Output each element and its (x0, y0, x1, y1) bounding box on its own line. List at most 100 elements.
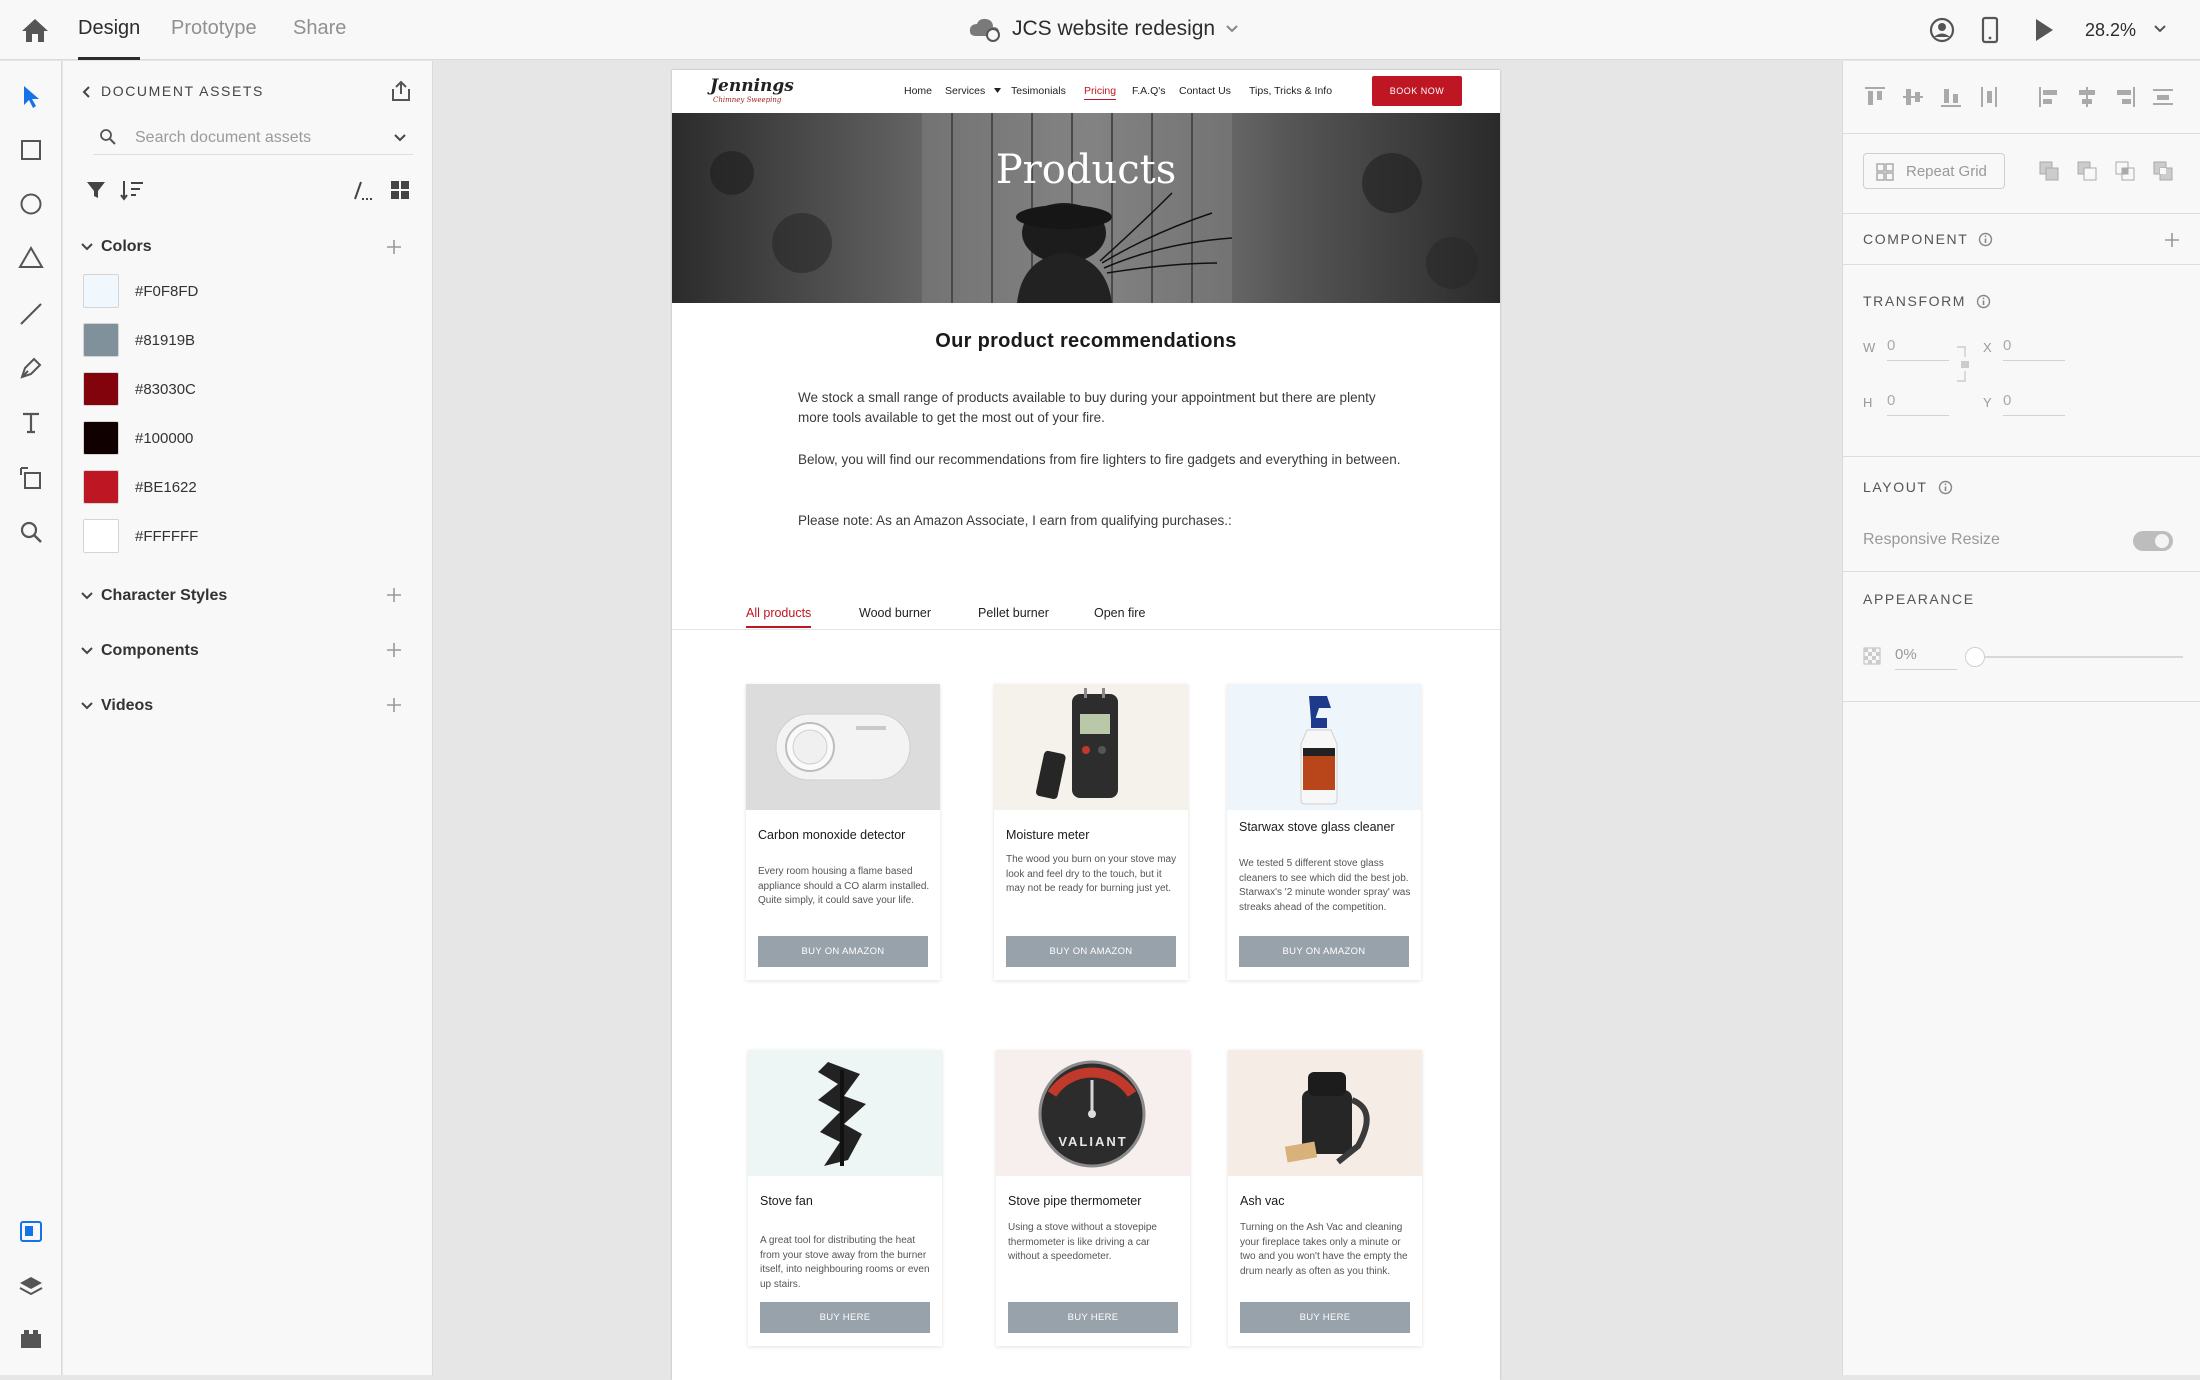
pen-tool-icon[interactable] (16, 353, 46, 383)
color-swatch-row[interactable]: #F0F8FD (83, 273, 198, 309)
width-input[interactable]: 0 (1887, 337, 1949, 361)
align-center-icon[interactable] (2075, 85, 2099, 109)
y-input[interactable]: 0 (2003, 392, 2065, 416)
chevron-left-icon[interactable] (81, 85, 91, 99)
ash-vac-image (1228, 1050, 1422, 1176)
buy-here-button[interactable]: BUY HERE (1008, 1302, 1178, 1333)
nav-testimonials[interactable]: Tesimonials (1011, 85, 1066, 97)
nav-faq[interactable]: F.A.Q's (1132, 85, 1166, 97)
color-swatch-row[interactable]: #BE1622 (83, 469, 197, 505)
opacity-slider-track[interactable] (1973, 656, 2183, 658)
document-title[interactable]: JCS website redesign (968, 16, 1239, 42)
nav-contact[interactable]: Contact Us (1179, 85, 1231, 97)
color-swatch[interactable] (83, 372, 119, 406)
boolean-intersect-icon[interactable] (2113, 159, 2137, 183)
opacity-input[interactable]: 0% (1895, 646, 1957, 670)
site-logo[interactable]: Jennings (710, 76, 794, 96)
zoom-chevron-icon[interactable] (2153, 24, 2167, 34)
nav-tips[interactable]: Tips, Tricks & Info (1249, 85, 1332, 97)
align-right-icon[interactable] (2113, 85, 2137, 109)
nav-services[interactable]: Services (945, 85, 985, 97)
info-icon[interactable] (1976, 294, 1991, 309)
mobile-preview-icon[interactable] (1980, 16, 2000, 44)
color-swatch[interactable] (83, 519, 119, 553)
add-color-icon[interactable] (385, 238, 403, 256)
buy-on-amazon-button[interactable]: BUY ON AMAZON (758, 936, 928, 967)
zoom-level[interactable]: 28.2% (2085, 20, 2136, 41)
tab-wood-burner[interactable]: Wood burner (859, 606, 931, 620)
buy-here-button[interactable]: BUY HERE (760, 1302, 930, 1333)
boolean-subtract-icon[interactable] (2075, 159, 2099, 183)
add-component-icon[interactable] (2163, 231, 2181, 249)
align-left-icon[interactable] (2037, 85, 2061, 109)
book-now-button[interactable]: BOOK NOW (1372, 76, 1462, 106)
color-swatch[interactable] (83, 323, 119, 357)
line-tool-icon[interactable] (16, 299, 46, 329)
nav-home[interactable]: Home (904, 85, 932, 97)
buy-on-amazon-button[interactable]: BUY ON AMAZON (1006, 936, 1176, 967)
buy-here-button[interactable]: BUY HERE (1240, 1302, 1410, 1333)
rectangle-tool-icon[interactable] (16, 135, 46, 165)
sort-icon[interactable] (119, 178, 145, 202)
search-input[interactable] (135, 125, 375, 151)
height-input[interactable]: 0 (1887, 392, 1949, 416)
select-tool-icon[interactable] (16, 81, 46, 111)
colors-section-header[interactable]: Colors (81, 238, 152, 256)
layers-icon[interactable] (16, 1271, 46, 1301)
tab-share[interactable]: Share (293, 17, 346, 40)
tab-all-products[interactable]: All products (746, 606, 812, 628)
align-top-icon[interactable] (1863, 85, 1887, 109)
info-icon[interactable] (1978, 232, 1993, 247)
color-swatch-row[interactable]: #100000 (83, 420, 193, 456)
nav-pricing[interactable]: Pricing (1084, 85, 1117, 100)
align-bottom-icon[interactable] (1939, 85, 1963, 109)
export-icon[interactable] (389, 79, 413, 103)
play-icon[interactable] (2032, 16, 2056, 44)
repeat-grid-button[interactable]: Repeat Grid (1863, 153, 2005, 189)
polygon-tool-icon[interactable] (16, 243, 46, 273)
x-input[interactable]: 0 (2003, 337, 2065, 361)
color-swatch-row[interactable]: #83030C (83, 371, 196, 407)
search-dropdown-icon[interactable] (393, 133, 407, 143)
tab-pellet-burner[interactable]: Pellet burner (978, 606, 1049, 620)
grid-view-icon[interactable] (390, 180, 410, 200)
tab-design[interactable]: Design (78, 17, 141, 60)
lock-aspect-icon[interactable] (1953, 345, 1969, 383)
artboard-tool-icon[interactable] (16, 463, 46, 493)
responsive-resize-toggle[interactable] (2133, 531, 2173, 551)
home-icon[interactable] (20, 16, 50, 44)
color-swatch[interactable] (83, 274, 119, 308)
product-card: Starwax stove glass cleaner We tested 5 … (1227, 684, 1421, 980)
add-component-icon[interactable] (385, 641, 403, 659)
distribute-vertical-icon[interactable] (1977, 85, 2001, 109)
glass-cleaner-image (1227, 684, 1421, 810)
videos-section-header[interactable]: Videos (81, 697, 153, 715)
user-icon[interactable] (1928, 16, 1956, 44)
color-swatch[interactable] (83, 421, 119, 455)
tab-prototype[interactable]: Prototype (171, 17, 257, 40)
artboard-products-page[interactable]: Jennings Chimney Sweeping Home Services … (672, 70, 1500, 1380)
add-video-icon[interactable] (385, 696, 403, 714)
ellipse-tool-icon[interactable] (16, 189, 46, 219)
assets-panel-icon[interactable] (16, 1216, 46, 1246)
distribute-horizontal-icon[interactable] (2151, 85, 2175, 109)
plugins-icon[interactable] (16, 1324, 46, 1354)
list-view-icon[interactable] (351, 179, 375, 201)
color-swatch-row[interactable]: #FFFFFF (83, 518, 198, 554)
add-character-style-icon[interactable] (385, 586, 403, 604)
opacity-slider-knob[interactable] (1965, 647, 1985, 667)
filter-icon[interactable] (85, 179, 107, 201)
align-middle-icon[interactable] (1901, 85, 1925, 109)
tab-open-fire[interactable]: Open fire (1094, 606, 1145, 620)
character-styles-section-header[interactable]: Character Styles (81, 587, 227, 605)
components-section-header[interactable]: Components (81, 642, 199, 660)
color-swatch[interactable] (83, 470, 119, 504)
boolean-add-icon[interactable] (2037, 159, 2061, 183)
info-icon[interactable] (1938, 480, 1953, 495)
zoom-tool-icon[interactable] (16, 517, 46, 547)
buy-on-amazon-button[interactable]: BUY ON AMAZON (1239, 936, 1409, 967)
chevron-down-icon[interactable] (1225, 24, 1239, 34)
color-swatch-row[interactable]: #81919B (83, 322, 195, 358)
text-tool-icon[interactable] (16, 407, 46, 437)
boolean-exclude-icon[interactable] (2151, 159, 2175, 183)
